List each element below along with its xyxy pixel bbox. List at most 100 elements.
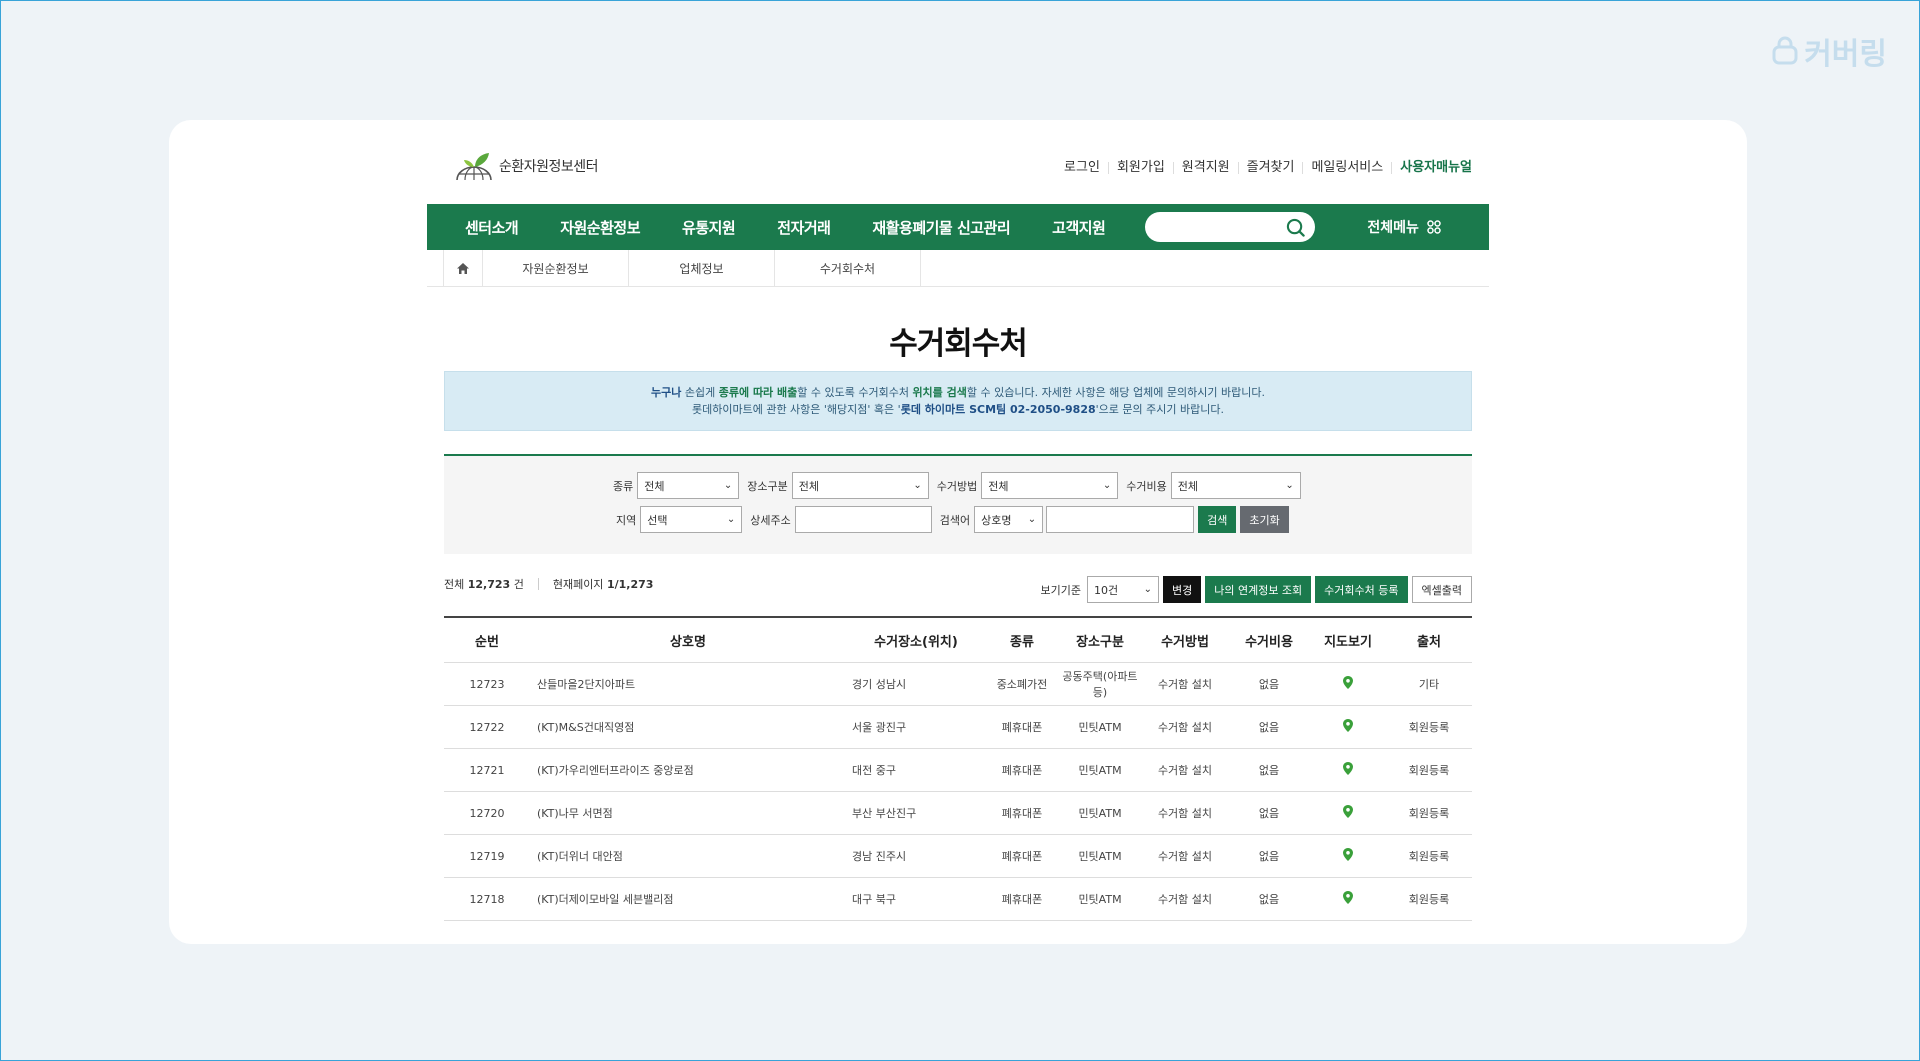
map-pin-icon[interactable] <box>1343 719 1353 732</box>
row-place: 민팃ATM <box>1078 807 1122 820</box>
nav-item-waste-report[interactable]: 재활용폐기물 신고관리 <box>851 217 1031 238</box>
register-site-button[interactable]: 수거회수처 등록 <box>1315 576 1408 603</box>
row-type: 폐휴대폰 <box>1001 807 1043 820</box>
divider <box>537 578 539 590</box>
nav-item-resource-info[interactable]: 자원순환정보 <box>539 217 661 238</box>
row-place: 민팃ATM <box>1078 893 1122 906</box>
method-select[interactable]: 전체 ⌄ <box>981 472 1119 499</box>
region-label: 지역 <box>616 513 637 527</box>
user-manual-link[interactable]: 사용자매뉴얼 <box>1391 161 1472 174</box>
map-pin-icon[interactable] <box>1343 676 1353 689</box>
nav-item-distribution[interactable]: 유통지원 <box>661 217 756 238</box>
login-link[interactable]: 로그인 <box>1056 161 1108 174</box>
nav-search-input[interactable] <box>1145 212 1300 242</box>
row-company[interactable]: (KT)가우리엔터프라이즈 중앙로점 <box>530 762 846 778</box>
nav-item-e-trade[interactable]: 전자거래 <box>756 217 851 238</box>
keyword-field-select[interactable]: 상호명 ⌄ <box>974 506 1044 533</box>
my-link-info-button[interactable]: 나의 연계정보 조회 <box>1205 576 1312 603</box>
map-view-cell <box>1310 891 1386 907</box>
keyword-field-value: 상호명 <box>981 513 1012 527</box>
row-type: 폐휴대폰 <box>1001 893 1043 906</box>
page-label: 현재페이지 <box>552 578 604 591</box>
map-pin-icon[interactable] <box>1343 891 1353 904</box>
row-source: 회원등록 <box>1408 850 1450 863</box>
row-location: 대전 중구 <box>852 764 896 777</box>
all-menu-button[interactable]: 전체메뉴 <box>1367 217 1441 237</box>
chevron-down-icon: ⌄ <box>1143 584 1152 595</box>
row-cost: 없음 <box>1258 678 1280 691</box>
header-map: 지도보기 <box>1324 634 1372 650</box>
chevron-down-icon: ⌄ <box>1027 514 1037 525</box>
row-cost: 없음 <box>1258 807 1280 820</box>
row-company[interactable]: (KT)M&S건대직영점 <box>530 719 846 735</box>
row-method: 수거함 설치 <box>1157 678 1213 691</box>
region-select[interactable]: 선택 ⌄ <box>640 506 743 533</box>
page-size-select[interactable]: 10건 ⌄ <box>1086 576 1159 603</box>
row-place: 민팃ATM <box>1078 850 1122 863</box>
row-company[interactable]: 산들마을2단지아파트 <box>530 676 846 692</box>
row-location: 서울 광진구 <box>852 721 907 734</box>
header-company: 상호명 <box>670 634 706 650</box>
nav-item-center-intro[interactable]: 센터소개 <box>427 217 539 238</box>
map-pin-icon[interactable] <box>1343 848 1353 861</box>
row-cost: 없음 <box>1258 850 1280 863</box>
notice-line-2: 롯데하이마트에 관한 사항은 '해당지점' 혹은 '롯데 하이마트 SCM팀 0… <box>445 401 1471 418</box>
header-location: 수거장소(위치) <box>874 634 958 650</box>
place-select[interactable]: 전체 ⌄ <box>791 472 929 499</box>
header-cost: 수거비용 <box>1245 634 1293 650</box>
grid-icon <box>1427 220 1441 234</box>
keyword-input[interactable] <box>1046 506 1195 533</box>
map-view-cell <box>1310 719 1386 735</box>
cost-select[interactable]: 전체 ⌄ <box>1170 472 1301 499</box>
row-method: 수거함 설치 <box>1157 893 1213 906</box>
map-view-cell <box>1310 676 1386 692</box>
search-button[interactable]: 검색 <box>1198 506 1237 533</box>
table-row[interactable]: 12720 (KT)나무 서면점 부산 부산진구 폐휴대폰 민팃ATM 수거함 설치 없음 회… <box>444 792 1472 835</box>
table-row[interactable]: 12723 산들마을2단지아파트 경기 성남시 중소폐가전 공동주택(아파트등) 수거함 … <box>444 663 1472 706</box>
utility-links: 로그인 회원가입 원격지원 즐겨찾기 메일링서비스 사용자매뉴얼 <box>1056 161 1472 174</box>
address-label: 상세주소 <box>750 513 791 527</box>
row-company[interactable]: (KT)더제이모바일 세븐밸리점 <box>530 891 846 907</box>
row-source: 회원등록 <box>1408 764 1450 777</box>
excel-export-button[interactable]: 엑셀출력 <box>1411 576 1472 603</box>
nav-item-customer-support[interactable]: 고객지원 <box>1031 217 1126 238</box>
table-row[interactable]: 12722 (KT)M&S건대직영점 서울 광진구 폐휴대폰 민팃ATM 수거함 설치 없음… <box>444 706 1472 749</box>
site-logo[interactable]: 순환자원정보센터 <box>453 150 599 182</box>
notice-text: 할 수 있습니다. 자세한 사항은 해당 업체에 문의하시기 바랍니다. <box>966 386 1265 399</box>
row-no: 12718 <box>469 892 505 906</box>
row-place: 민팃ATM <box>1078 764 1122 777</box>
table-row[interactable]: 12721 (KT)가우리엔터프라이즈 중앙로점 대전 중구 폐휴대폰 민팃ATM 수거함… <box>444 749 1472 792</box>
reset-button[interactable]: 초기화 <box>1240 506 1289 533</box>
row-company[interactable]: (KT)더위너 대안점 <box>530 848 846 864</box>
notice-text: 롯데하이마트에 관한 사항은 '해당지점' 혹은 ' <box>691 403 901 416</box>
address-input[interactable] <box>794 506 932 533</box>
row-location: 경남 진주시 <box>852 850 907 863</box>
favorites-link[interactable]: 즐겨찾기 <box>1237 161 1303 174</box>
nav-search <box>1145 212 1316 242</box>
table-header: 순번 상호명 수거장소(위치) 종류 장소구분 수거방법 수거비용 지도보기 출… <box>444 618 1472 663</box>
table-row[interactable]: 12719 (KT)더위너 대안점 경남 진주시 폐휴대폰 민팃ATM 수거함 설치 없음 회… <box>444 835 1472 878</box>
mailing-service-link[interactable]: 메일링서비스 <box>1302 161 1391 174</box>
map-pin-icon[interactable] <box>1343 762 1353 775</box>
watermark-text: 커버링 <box>1804 37 1887 72</box>
total-count: 12,723 <box>467 577 511 591</box>
breadcrumb-resource-info[interactable]: 자원순환정보 <box>483 250 629 286</box>
row-company[interactable]: (KT)나무 서면점 <box>530 805 846 821</box>
home-button[interactable] <box>443 250 483 286</box>
table-row[interactable]: 12718 (KT)더제이모바일 세븐밸리점 대구 북구 폐휴대폰 민팃ATM 수거함 설… <box>444 878 1472 921</box>
change-button[interactable]: 변경 <box>1162 576 1202 603</box>
remote-support-link[interactable]: 원격지원 <box>1172 161 1238 174</box>
search-icon[interactable] <box>1286 218 1306 237</box>
notice-emphasis: 누구나 <box>651 386 682 399</box>
map-pin-icon[interactable] <box>1343 805 1353 818</box>
breadcrumb-collection-sites[interactable]: 수거회수처 <box>775 250 921 286</box>
home-icon <box>457 262 469 274</box>
notice-emphasis: 롯데 하이마트 SCM팀 02-2050-9828 <box>900 403 1096 416</box>
signup-link[interactable]: 회원가입 <box>1107 161 1173 174</box>
breadcrumb-company-info[interactable]: 업체정보 <box>629 250 775 286</box>
all-menu-label: 전체메뉴 <box>1367 220 1419 236</box>
row-type: 중소폐가전 <box>996 678 1048 691</box>
bag-icon <box>1772 36 1798 65</box>
row-location: 대구 북구 <box>852 893 896 906</box>
type-select[interactable]: 전체 ⌄ <box>637 472 740 499</box>
